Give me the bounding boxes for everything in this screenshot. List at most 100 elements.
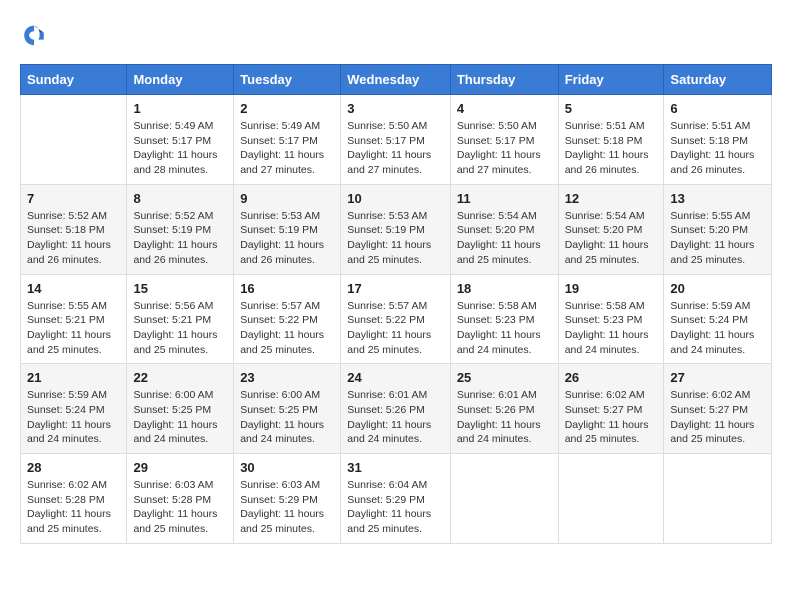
calendar-cell: [558, 454, 664, 544]
day-info: Sunrise: 5:55 AM Sunset: 5:20 PM Dayligh…: [670, 209, 765, 268]
day-info: Sunrise: 5:51 AM Sunset: 5:18 PM Dayligh…: [670, 119, 765, 178]
day-info: Sunrise: 5:59 AM Sunset: 5:24 PM Dayligh…: [670, 299, 765, 358]
day-number: 28: [27, 460, 120, 475]
calendar-cell: 26 Sunrise: 6:02 AM Sunset: 5:27 PM Dayli…: [558, 364, 664, 454]
weekday-header: Saturday: [664, 65, 772, 95]
header: [20, 20, 772, 48]
day-info: Sunrise: 6:03 AM Sunset: 5:28 PM Dayligh…: [133, 478, 227, 537]
day-number: 3: [347, 101, 444, 116]
calendar-cell: 12 Sunrise: 5:54 AM Sunset: 5:20 PM Dayli…: [558, 184, 664, 274]
calendar-cell: [450, 454, 558, 544]
day-info: Sunrise: 5:52 AM Sunset: 5:18 PM Dayligh…: [27, 209, 120, 268]
day-number: 23: [240, 370, 334, 385]
day-number: 1: [133, 101, 227, 116]
day-info: Sunrise: 5:59 AM Sunset: 5:24 PM Dayligh…: [27, 388, 120, 447]
day-number: 8: [133, 191, 227, 206]
calendar-cell: 13 Sunrise: 5:55 AM Sunset: 5:20 PM Dayli…: [664, 184, 772, 274]
day-number: 2: [240, 101, 334, 116]
calendar-cell: 27 Sunrise: 6:02 AM Sunset: 5:27 PM Dayli…: [664, 364, 772, 454]
day-info: Sunrise: 5:52 AM Sunset: 5:19 PM Dayligh…: [133, 209, 227, 268]
day-number: 26: [565, 370, 658, 385]
day-info: Sunrise: 6:02 AM Sunset: 5:27 PM Dayligh…: [565, 388, 658, 447]
day-info: Sunrise: 5:50 AM Sunset: 5:17 PM Dayligh…: [457, 119, 552, 178]
day-info: Sunrise: 5:50 AM Sunset: 5:17 PM Dayligh…: [347, 119, 444, 178]
header-row: SundayMondayTuesdayWednesdayThursdayFrid…: [21, 65, 772, 95]
day-number: 25: [457, 370, 552, 385]
logo-icon: [20, 20, 48, 48]
day-info: Sunrise: 5:54 AM Sunset: 5:20 PM Dayligh…: [457, 209, 552, 268]
day-number: 31: [347, 460, 444, 475]
day-number: 5: [565, 101, 658, 116]
day-info: Sunrise: 5:58 AM Sunset: 5:23 PM Dayligh…: [565, 299, 658, 358]
calendar-cell: 11 Sunrise: 5:54 AM Sunset: 5:20 PM Dayli…: [450, 184, 558, 274]
day-info: Sunrise: 6:00 AM Sunset: 5:25 PM Dayligh…: [133, 388, 227, 447]
calendar-cell: 5 Sunrise: 5:51 AM Sunset: 5:18 PM Daylig…: [558, 95, 664, 185]
day-info: Sunrise: 5:49 AM Sunset: 5:17 PM Dayligh…: [133, 119, 227, 178]
day-number: 18: [457, 281, 552, 296]
day-number: 13: [670, 191, 765, 206]
day-info: Sunrise: 6:02 AM Sunset: 5:27 PM Dayligh…: [670, 388, 765, 447]
calendar-cell: 7Sunrise: 5:52 AM Sunset: 5:18 PM Daylig…: [21, 184, 127, 274]
day-number: 27: [670, 370, 765, 385]
day-number: 6: [670, 101, 765, 116]
calendar-cell: 29 Sunrise: 6:03 AM Sunset: 5:28 PM Dayli…: [127, 454, 234, 544]
day-info: Sunrise: 5:54 AM Sunset: 5:20 PM Dayligh…: [565, 209, 658, 268]
day-info: Sunrise: 5:57 AM Sunset: 5:22 PM Dayligh…: [240, 299, 334, 358]
day-info: Sunrise: 6:02 AM Sunset: 5:28 PM Dayligh…: [27, 478, 120, 537]
day-number: 30: [240, 460, 334, 475]
calendar-cell: 22 Sunrise: 6:00 AM Sunset: 5:25 PM Dayli…: [127, 364, 234, 454]
weekday-header: Monday: [127, 65, 234, 95]
calendar-cell: 25Sunrise: 6:01 AM Sunset: 5:26 PM Dayli…: [450, 364, 558, 454]
day-info: Sunrise: 5:53 AM Sunset: 5:19 PM Dayligh…: [240, 209, 334, 268]
day-info: Sunrise: 5:51 AM Sunset: 5:18 PM Dayligh…: [565, 119, 658, 178]
calendar-header: SundayMondayTuesdayWednesdayThursdayFrid…: [21, 65, 772, 95]
day-number: 17: [347, 281, 444, 296]
calendar-cell: 19 Sunrise: 5:58 AM Sunset: 5:23 PM Dayli…: [558, 274, 664, 364]
day-info: Sunrise: 6:01 AM Sunset: 5:26 PM Dayligh…: [347, 388, 444, 447]
day-number: 11: [457, 191, 552, 206]
day-info: Sunrise: 5:57 AM Sunset: 5:22 PM Dayligh…: [347, 299, 444, 358]
weekday-header: Thursday: [450, 65, 558, 95]
day-number: 9: [240, 191, 334, 206]
day-number: 16: [240, 281, 334, 296]
calendar-cell: 23 Sunrise: 6:00 AM Sunset: 5:25 PM Dayli…: [234, 364, 341, 454]
day-number: 4: [457, 101, 552, 116]
calendar-cell: 6 Sunrise: 5:51 AM Sunset: 5:18 PM Daylig…: [664, 95, 772, 185]
day-info: Sunrise: 6:03 AM Sunset: 5:29 PM Dayligh…: [240, 478, 334, 537]
calendar-cell: 16 Sunrise: 5:57 AM Sunset: 5:22 PM Dayli…: [234, 274, 341, 364]
calendar-cell: 4 Sunrise: 5:50 AM Sunset: 5:17 PM Daylig…: [450, 95, 558, 185]
calendar-cell: 9 Sunrise: 5:53 AM Sunset: 5:19 PM Daylig…: [234, 184, 341, 274]
calendar-week-row: 7Sunrise: 5:52 AM Sunset: 5:18 PM Daylig…: [21, 184, 772, 274]
day-number: 14: [27, 281, 120, 296]
calendar-cell: 28 Sunrise: 6:02 AM Sunset: 5:28 PM Dayli…: [21, 454, 127, 544]
day-number: 19: [565, 281, 658, 296]
calendar-cell: 17 Sunrise: 5:57 AM Sunset: 5:22 PM Dayli…: [341, 274, 451, 364]
day-info: Sunrise: 5:53 AM Sunset: 5:19 PM Dayligh…: [347, 209, 444, 268]
day-info: Sunrise: 6:04 AM Sunset: 5:29 PM Dayligh…: [347, 478, 444, 537]
day-number: 12: [565, 191, 658, 206]
day-number: 29: [133, 460, 227, 475]
weekday-header: Friday: [558, 65, 664, 95]
day-info: Sunrise: 5:49 AM Sunset: 5:17 PM Dayligh…: [240, 119, 334, 178]
day-number: 21: [27, 370, 120, 385]
calendar-cell: 14 Sunrise: 5:55 AM Sunset: 5:21 PM Dayli…: [21, 274, 127, 364]
weekday-header: Sunday: [21, 65, 127, 95]
calendar-cell: 3 Sunrise: 5:50 AM Sunset: 5:17 PM Daylig…: [341, 95, 451, 185]
calendar-cell: 18Sunrise: 5:58 AM Sunset: 5:23 PM Dayli…: [450, 274, 558, 364]
calendar-cell: 21 Sunrise: 5:59 AM Sunset: 5:24 PM Dayli…: [21, 364, 127, 454]
day-number: 22: [133, 370, 227, 385]
day-number: 10: [347, 191, 444, 206]
calendar-cell: [664, 454, 772, 544]
logo: [20, 20, 52, 48]
calendar-cell: [21, 95, 127, 185]
day-info: Sunrise: 6:00 AM Sunset: 5:25 PM Dayligh…: [240, 388, 334, 447]
calendar-cell: 8 Sunrise: 5:52 AM Sunset: 5:19 PM Daylig…: [127, 184, 234, 274]
day-info: Sunrise: 5:55 AM Sunset: 5:21 PM Dayligh…: [27, 299, 120, 358]
day-number: 15: [133, 281, 227, 296]
calendar-cell: 2 Sunrise: 5:49 AM Sunset: 5:17 PM Daylig…: [234, 95, 341, 185]
day-info: Sunrise: 5:56 AM Sunset: 5:21 PM Dayligh…: [133, 299, 227, 358]
calendar-cell: 30 Sunrise: 6:03 AM Sunset: 5:29 PM Dayli…: [234, 454, 341, 544]
calendar-cell: 24Sunrise: 6:01 AM Sunset: 5:26 PM Dayli…: [341, 364, 451, 454]
calendar-week-row: 21 Sunrise: 5:59 AM Sunset: 5:24 PM Dayli…: [21, 364, 772, 454]
calendar-week-row: 28 Sunrise: 6:02 AM Sunset: 5:28 PM Dayli…: [21, 454, 772, 544]
